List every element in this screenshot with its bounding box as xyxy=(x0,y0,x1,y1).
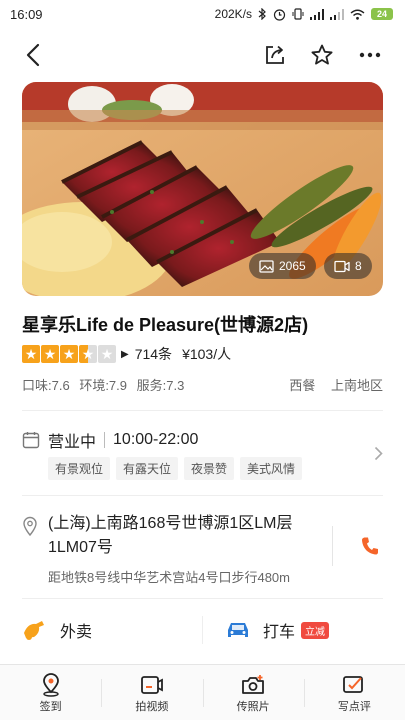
taste-score: 口味:7.6 xyxy=(22,378,70,393)
hero-photo[interactable]: 2065 8 xyxy=(22,82,383,296)
share-button[interactable] xyxy=(260,40,290,70)
service-score: 服务:7.3 xyxy=(136,378,185,393)
star-icon: ★ xyxy=(98,345,116,363)
status-time: 16:09 xyxy=(10,6,43,22)
vibrate-icon xyxy=(292,8,304,20)
feature-tag: 夜景赞 xyxy=(184,457,235,480)
open-time: 10:00-22:00 xyxy=(113,431,199,448)
tab-label: 签到 xyxy=(39,700,62,713)
star-outline-icon xyxy=(311,44,333,65)
share-icon xyxy=(266,45,284,64)
vertical-divider xyxy=(332,526,333,566)
taxi-label: 打车 xyxy=(262,624,295,641)
car-icon xyxy=(225,620,251,640)
takeout-label: 外卖 xyxy=(60,624,93,641)
business-hours[interactable]: 营业中 10:00-22:00 有景观位 有露天位 夜景赞 美式风情 xyxy=(22,427,383,487)
video-count-badge[interactable]: 8 xyxy=(324,253,372,279)
environment-score: 环境:7.9 xyxy=(79,378,127,393)
divider xyxy=(22,495,383,496)
nav-bar xyxy=(0,28,405,80)
taxi-button[interactable]: 打车 立减 xyxy=(203,602,383,658)
feature-tag: 美式风情 xyxy=(240,457,303,480)
avg-price: ¥103/人 xyxy=(182,346,232,362)
hours-separator xyxy=(104,432,106,448)
alarm-icon xyxy=(273,8,286,21)
status-icons: 202K/s 24 xyxy=(215,7,393,21)
scores-row: 口味:7.6 环境:7.9 服务:7.3 西餐 上南地区 xyxy=(22,375,383,394)
transit-info: 距地铁8号线中华艺术宫站4号口步行480m xyxy=(48,570,290,585)
restaurant-name: 星享乐Life de Pleasure(世博源2店) xyxy=(22,315,309,335)
tab-record-video[interactable]: 拍视频 xyxy=(101,665,202,720)
favorite-button[interactable] xyxy=(307,40,337,70)
write-review-icon xyxy=(342,672,366,698)
open-status: 营业中 xyxy=(48,434,97,451)
back-button[interactable] xyxy=(18,40,48,70)
star-icon: ★ xyxy=(60,345,78,363)
more-button[interactable] xyxy=(355,40,385,70)
star-rating: ★ ★ ★ ★ ★ xyxy=(22,345,116,363)
services-row: 外卖 打车 立减 xyxy=(22,602,383,658)
star-icon: ★ xyxy=(41,345,59,363)
video-icon xyxy=(334,260,350,272)
cuisine: 西餐 xyxy=(289,378,316,393)
divider xyxy=(22,410,383,411)
tab-label: 写点评 xyxy=(337,700,371,713)
rating-row[interactable]: ★ ★ ★ ★ ★ ▶ 714条 ¥103/人 xyxy=(22,344,231,364)
divider xyxy=(22,598,383,599)
photo-count: 2065 xyxy=(279,259,306,273)
star-icon: ★ xyxy=(22,345,40,363)
clock-icon xyxy=(22,431,40,449)
signal-2-icon xyxy=(330,8,344,20)
signal-icon xyxy=(310,8,324,20)
upload-photo-icon xyxy=(241,672,265,698)
more-icon xyxy=(359,52,381,58)
takeout-icon xyxy=(22,619,48,641)
tab-checkin[interactable]: 签到 xyxy=(0,665,101,720)
tab-label: 拍视频 xyxy=(135,700,169,713)
review-count: 714条 xyxy=(134,346,173,362)
discount-badge: 立减 xyxy=(300,621,329,639)
feature-tag: 有景观位 xyxy=(48,457,111,480)
status-bar: 16:09 202K/s 24 xyxy=(0,0,405,28)
image-icon xyxy=(259,259,274,273)
video-count: 8 xyxy=(355,259,362,273)
chevron-right-icon xyxy=(374,445,383,466)
tab-label: 传照片 xyxy=(236,700,270,713)
bluetooth-icon xyxy=(258,8,267,20)
caret-right-icon: ▶ xyxy=(121,348,129,360)
photo-count-badge[interactable]: 2065 xyxy=(249,253,316,279)
video-record-icon xyxy=(140,672,164,698)
star-icon: ★ xyxy=(79,345,97,363)
wifi-icon xyxy=(350,9,365,20)
battery-icon: 24 xyxy=(371,8,393,20)
address-section[interactable]: (上海)上南路168号世博源1区LM层1LM07号 距地铁8号线中华艺术宫站4号… xyxy=(22,512,383,592)
location-pin-icon xyxy=(22,516,38,541)
bottom-action-bar: 签到 拍视频 传照片 写点评 xyxy=(0,664,405,720)
phone-icon xyxy=(362,537,378,555)
feature-tags: 有景观位 有露天位 夜景赞 美式风情 xyxy=(48,457,383,480)
district: 上南地区 xyxy=(330,378,383,393)
network-speed: 202K/s xyxy=(214,7,252,21)
checkin-icon xyxy=(40,672,62,698)
address-line: (上海)上南路168号世博源1区LM层1LM07号 xyxy=(48,515,293,556)
phone-button[interactable] xyxy=(361,536,379,561)
takeout-button[interactable]: 外卖 xyxy=(22,602,202,658)
tab-upload-photo[interactable]: 传照片 xyxy=(202,665,304,720)
back-arrow-icon xyxy=(26,43,40,67)
tab-write-review[interactable]: 写点评 xyxy=(303,665,405,720)
feature-tag: 有露天位 xyxy=(116,457,179,480)
